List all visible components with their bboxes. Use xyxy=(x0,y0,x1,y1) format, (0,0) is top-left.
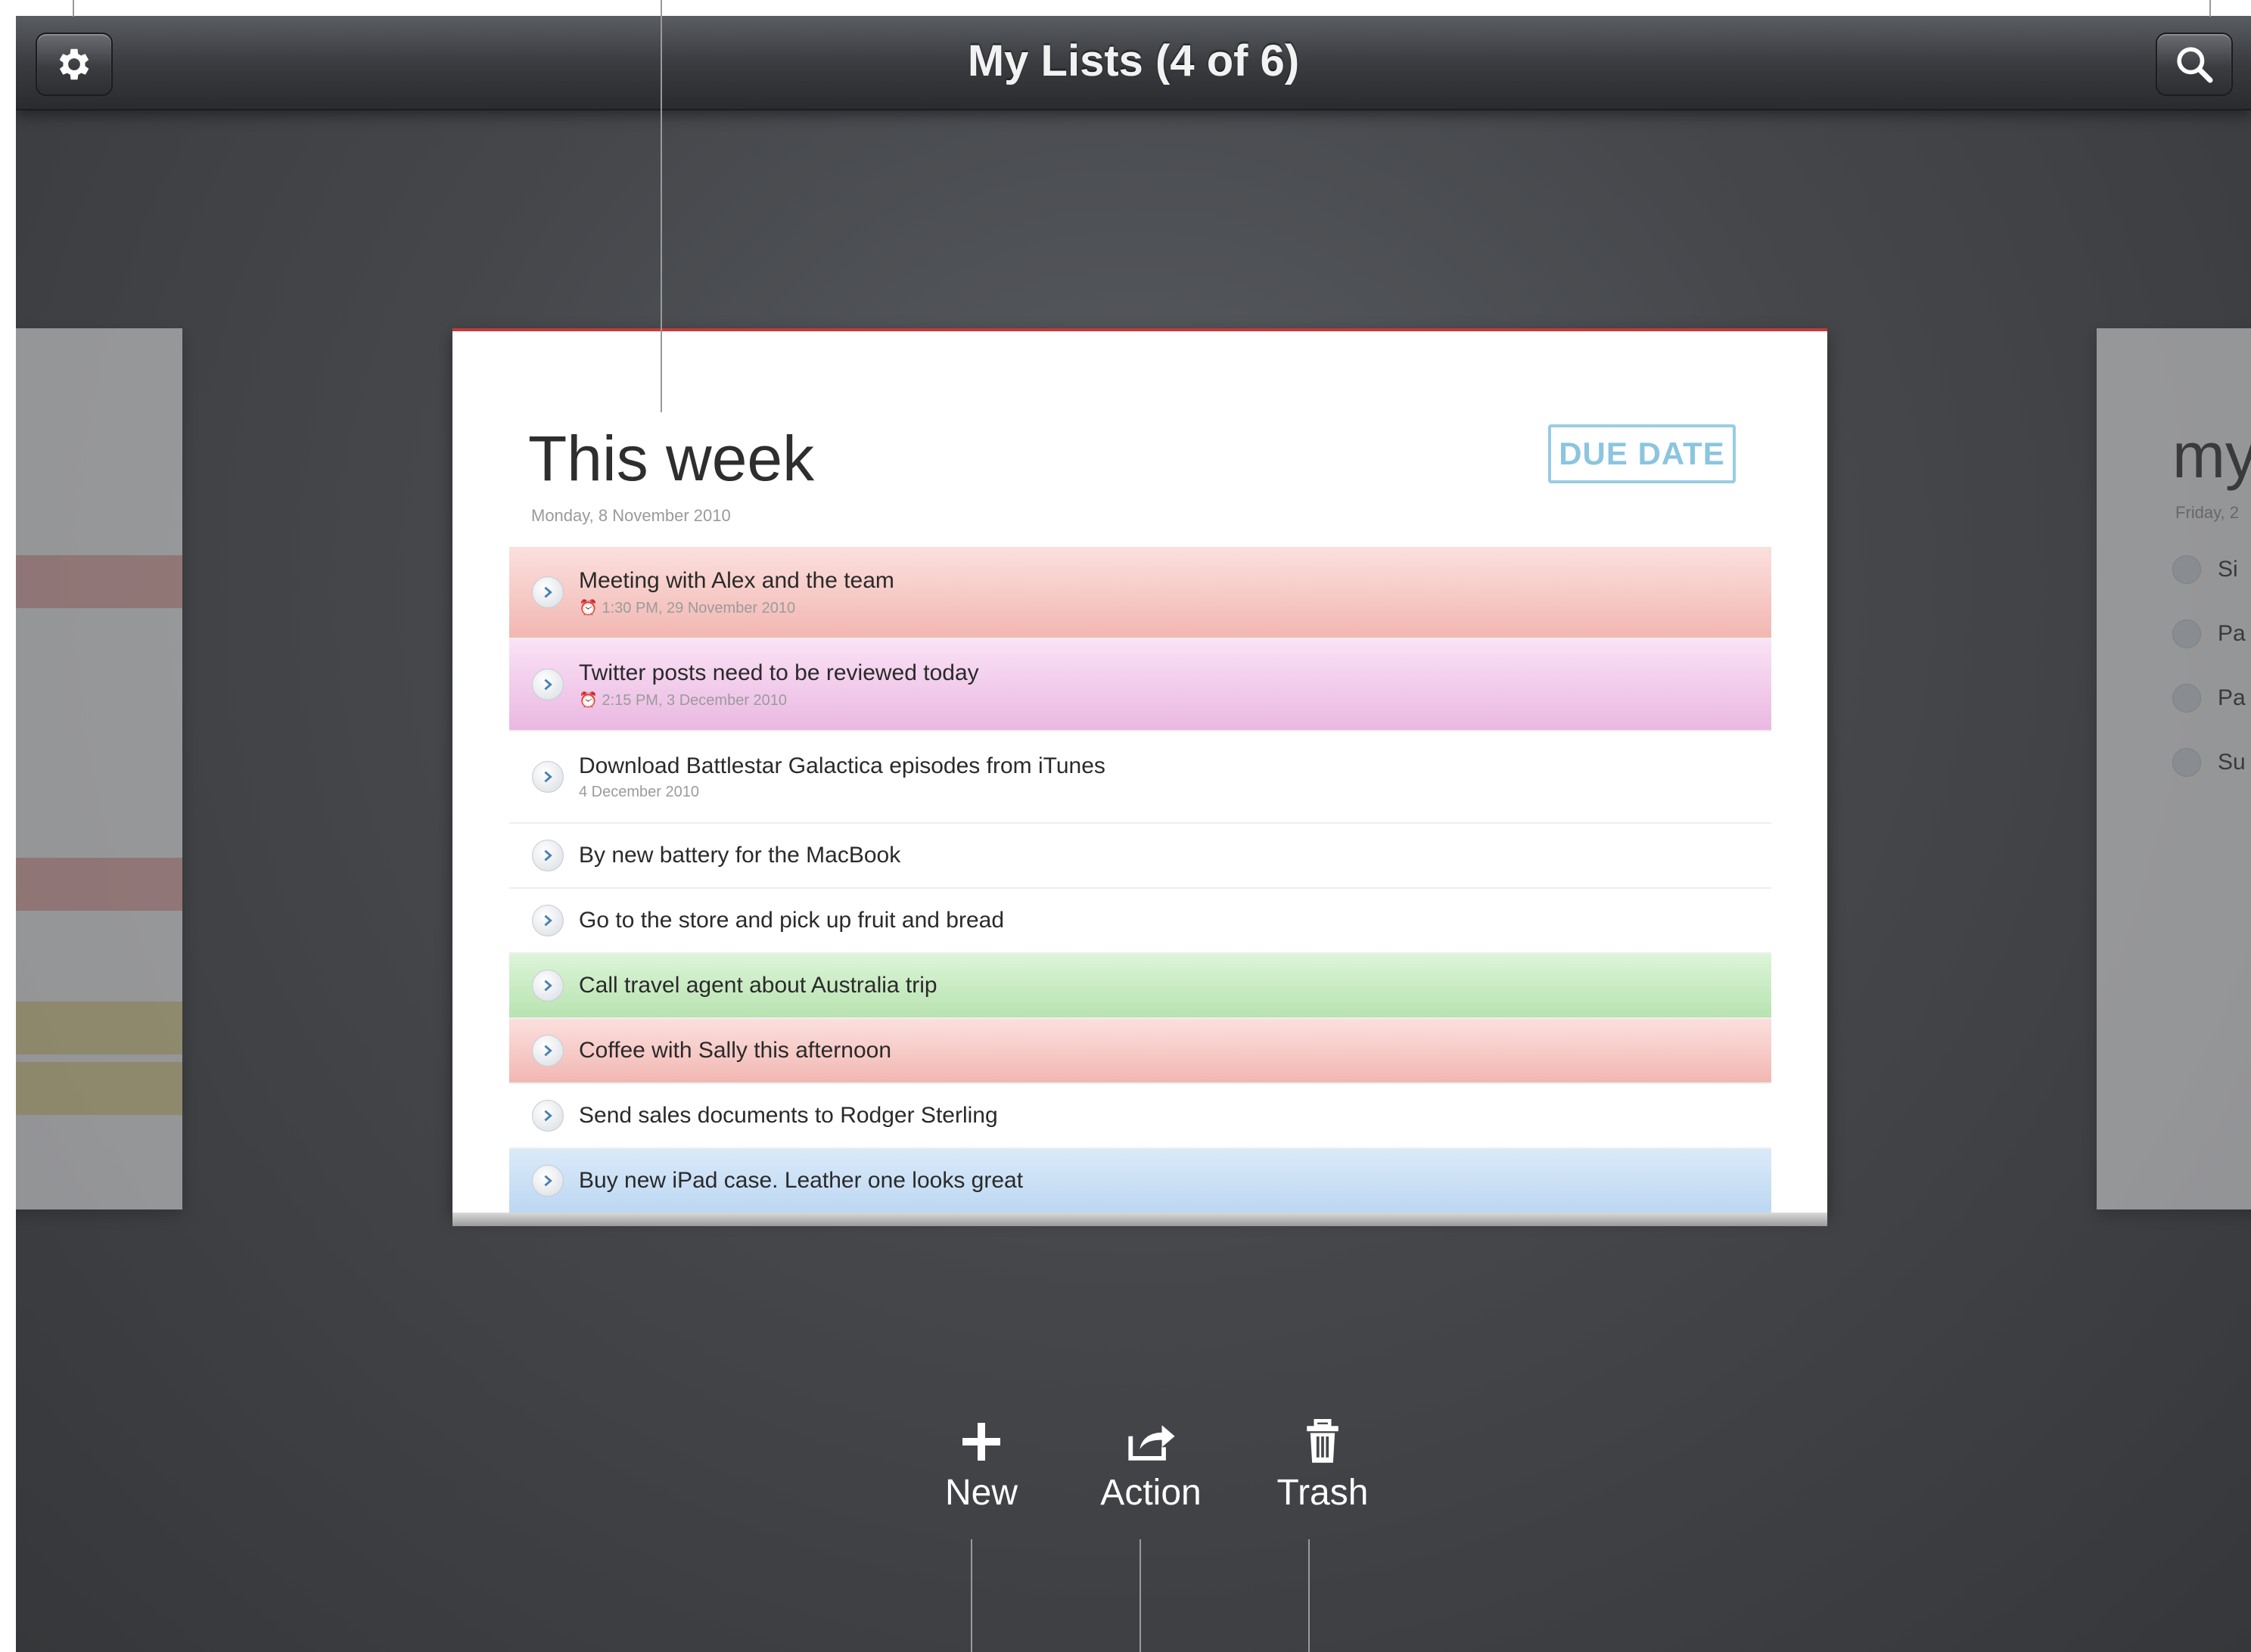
next-list-date: Friday, 2 xyxy=(2175,503,2239,522)
task-row[interactable]: Call travel agent about Australia trip xyxy=(509,954,1771,1019)
task-due: ⏰ 1:30 PM, 29 November 2010 xyxy=(579,599,796,616)
callout-line-new xyxy=(971,1539,972,1652)
chevron-right-icon[interactable] xyxy=(532,970,564,1001)
task-list: Meeting with Alex and the team ⏰ 1:30 PM… xyxy=(509,547,1771,1214)
new-button[interactable]: New xyxy=(917,1419,1046,1514)
task-title: Meeting with Alex and the team xyxy=(579,567,894,593)
task-row[interactable]: Go to the store and pick up fruit and br… xyxy=(509,889,1771,954)
due-date-stamp: DUE DATE xyxy=(1548,424,1736,483)
chevron-right-icon[interactable] xyxy=(532,761,564,793)
task-row[interactable]: Buy new iPad case. Leather one looks gre… xyxy=(509,1149,1771,1214)
callout-line-search xyxy=(2209,0,2211,17)
chevron-right-icon[interactable] xyxy=(532,1100,564,1132)
next-list-item: Pa xyxy=(2218,685,2246,710)
app-screen: My Lists (4 of 6) This week Monday, 8 No… xyxy=(16,16,2251,1652)
callout-line-action xyxy=(1139,1539,1141,1652)
next-list-item: Si xyxy=(2218,557,2238,582)
top-navigation-bar: My Lists (4 of 6) xyxy=(16,16,2251,110)
list-item xyxy=(16,858,182,911)
next-list-item: Pa xyxy=(2218,621,2246,646)
task-row[interactable]: Send sales documents to Rodger Sterling xyxy=(509,1084,1771,1149)
list-item xyxy=(16,1062,182,1115)
next-list-item: Su xyxy=(2218,750,2246,775)
chevron-right-icon[interactable] xyxy=(532,840,564,871)
chevron-right-icon[interactable] xyxy=(532,905,564,936)
chevron-right-icon xyxy=(2172,620,2201,648)
task-due: 4 December 2010 xyxy=(579,783,699,800)
chevron-right-icon[interactable] xyxy=(532,1165,564,1197)
chevron-right-icon xyxy=(2172,555,2201,584)
list-item xyxy=(16,555,182,608)
chevron-right-icon xyxy=(2172,684,2201,713)
trash-label: Trash xyxy=(1276,1473,1369,1513)
trash-button[interactable]: Trash xyxy=(1258,1419,1387,1514)
plus-icon xyxy=(962,1423,1000,1461)
search-button[interactable] xyxy=(2156,33,2233,96)
next-list-card[interactable]: my Friday, 2 Si Pa Pa Su xyxy=(2097,328,2251,1210)
task-title: Coffee with Sally this afternoon xyxy=(579,1038,892,1063)
chevron-right-icon[interactable] xyxy=(532,576,564,608)
task-row[interactable]: By new battery for the MacBook xyxy=(509,824,1771,889)
list-date: Monday, 8 November 2010 xyxy=(531,506,731,525)
list-title: This week xyxy=(528,423,815,494)
task-row[interactable]: Twitter posts need to be reviewed today … xyxy=(509,639,1771,731)
search-icon xyxy=(2177,47,2213,83)
task-title: Buy new iPad case. Leather one looks gre… xyxy=(579,1168,1024,1193)
task-due: ⏰ 2:15 PM, 3 December 2010 xyxy=(579,691,788,709)
action-button[interactable]: Action xyxy=(1087,1419,1215,1514)
task-title: Call travel agent about Australia trip xyxy=(579,973,937,998)
new-label: New xyxy=(944,1473,1018,1513)
task-title: Go to the store and pick up fruit and br… xyxy=(579,908,1005,933)
task-title: Send sales documents to Rodger Sterling xyxy=(579,1103,998,1128)
action-label: Action xyxy=(1100,1473,1202,1513)
previous-list-card[interactable] xyxy=(16,328,182,1210)
task-title: Twitter posts need to be reviewed today xyxy=(579,660,979,685)
share-icon xyxy=(1128,1425,1175,1461)
list-item xyxy=(16,1001,182,1054)
page-title: My Lists (4 of 6) xyxy=(967,36,1300,85)
task-row[interactable]: Meeting with Alex and the team ⏰ 1:30 PM… xyxy=(509,547,1771,639)
trash-icon xyxy=(1307,1419,1338,1463)
task-title: Download Battlestar Galactica episodes f… xyxy=(579,753,1105,778)
chevron-right-icon xyxy=(2172,748,2201,777)
task-row[interactable]: Download Battlestar Galactica episodes f… xyxy=(509,731,1771,824)
next-list-title: my xyxy=(2172,420,2251,491)
callout-line-trash xyxy=(1308,1539,1310,1652)
chevron-right-icon[interactable] xyxy=(532,1035,564,1067)
callout-line-settings xyxy=(73,0,74,17)
task-row[interactable]: Coffee with Sally this afternoon xyxy=(509,1019,1771,1084)
current-list-card[interactable]: This week Monday, 8 November 2010 DUE DA… xyxy=(452,328,1827,1226)
chevron-right-icon[interactable] xyxy=(532,669,564,700)
callout-line-title xyxy=(661,0,662,412)
task-title: By new battery for the MacBook xyxy=(579,843,901,868)
